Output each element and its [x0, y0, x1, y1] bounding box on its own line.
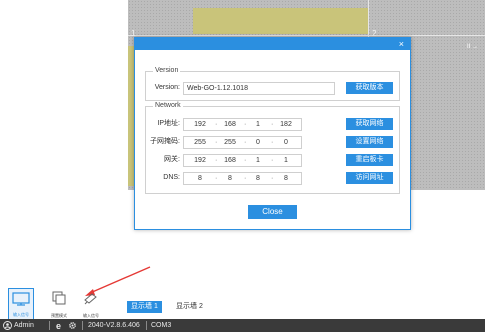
screen-window-block[interactable]	[193, 8, 368, 34]
version-label: Version:	[154, 84, 180, 91]
close-icon[interactable]: ×	[399, 38, 404, 50]
svg-text:e: e	[56, 321, 61, 330]
octet-separator: ·	[244, 175, 247, 182]
ip-octet-2[interactable]: 168	[220, 119, 240, 130]
octet-separator: ·	[271, 175, 274, 182]
gateway-field[interactable]: 192 · 168 · 1 · 1	[183, 154, 302, 167]
subnet-mask-label: 子网掩码:	[150, 138, 180, 145]
gateway-row: 网关: 192 · 168 · 1 · 1 重启板卡	[146, 153, 399, 167]
octet-separator: ·	[215, 121, 218, 128]
dns-label: DNS:	[163, 174, 180, 181]
dialog-titlebar[interactable]: ×	[135, 38, 410, 50]
copy-icon	[52, 291, 66, 305]
ip-octet-3[interactable]: 1	[248, 119, 268, 130]
dns-octet-4[interactable]: 8	[276, 173, 296, 184]
restart-card-button[interactable]: 重启板卡	[346, 154, 393, 166]
status-separator	[82, 321, 83, 330]
right-edge-label: II →	[467, 44, 479, 50]
gear-icon[interactable]	[68, 321, 77, 330]
gateway-octet-2[interactable]: 168	[220, 155, 240, 166]
monitor-icon	[12, 292, 30, 306]
visit-url-button[interactable]: 访问网址	[346, 172, 393, 184]
tool-input-signal-camera[interactable]: 输入信号	[78, 288, 104, 320]
gateway-octet-1[interactable]: 192	[190, 155, 210, 166]
octet-separator: ·	[271, 157, 274, 164]
octet-separator: ·	[244, 139, 247, 146]
get-network-button[interactable]: 获取网络	[346, 118, 393, 130]
octet-separator: ·	[215, 175, 218, 182]
status-separator	[49, 321, 50, 330]
gateway-octet-3[interactable]: 1	[248, 155, 268, 166]
version-group: Version Version: Web-GO-1.12.1018 获取版本	[145, 67, 400, 101]
octet-separator: ·	[271, 121, 274, 128]
close-button[interactable]: Close	[248, 205, 297, 219]
network-settings-dialog: × Version Version: Web-GO-1.12.1018 获取版本…	[134, 37, 411, 230]
firmware-version: 2040-V2.8.6.406	[88, 322, 140, 329]
camera-icon	[84, 293, 97, 305]
ip-octet-1[interactable]: 192	[190, 119, 210, 130]
octet-separator: ·	[244, 157, 247, 164]
mask-octet-4[interactable]: 0	[276, 137, 296, 148]
octet-separator: ·	[215, 157, 218, 164]
gateway-octet-4[interactable]: 1	[276, 155, 296, 166]
ip-octet-4[interactable]: 182	[276, 119, 296, 130]
version-field[interactable]: Web-GO-1.12.1018	[183, 82, 335, 95]
mask-octet-2[interactable]: 255	[220, 137, 240, 148]
network-group: Network IP地址: 192 · 168 · 1 · 182 获取网络 子…	[145, 102, 400, 194]
serial-port: COM3	[151, 322, 172, 329]
user-name[interactable]: Admin	[14, 319, 34, 332]
ip-address-row: IP地址: 192 · 168 · 1 · 182 获取网络	[146, 117, 399, 131]
ip-address-label: IP地址:	[157, 120, 180, 127]
version-legend: Version	[153, 67, 181, 74]
octet-separator: ·	[271, 139, 274, 146]
dns-octet-3[interactable]: 8	[248, 173, 268, 184]
dns-row: DNS: 8 · 8 · 8 · 8 访问网址	[146, 171, 399, 185]
set-network-button[interactable]: 设置网络	[346, 136, 393, 148]
grid-divider-horizontal	[128, 35, 485, 36]
subnet-mask-row: 子网掩码: 255 · 255 · 0 · 0 设置网络	[146, 135, 399, 149]
gateway-label: 网关:	[164, 156, 180, 163]
tab-display-wall-1[interactable]: 显示墙 1	[127, 301, 162, 313]
network-legend: Network	[153, 102, 183, 109]
mask-octet-3[interactable]: 0	[248, 137, 268, 148]
user-icon	[3, 321, 12, 330]
tool-label: 输入信号	[13, 312, 29, 317]
dns-octet-1[interactable]: 8	[190, 173, 210, 184]
tool-input-signal[interactable]: 输入信号	[8, 288, 34, 320]
subnet-mask-field[interactable]: 255 · 255 · 0 · 0	[183, 136, 302, 149]
status-bar: Admin e 2040-V2.8.6.406 COM3	[0, 319, 485, 332]
bottom-toolbar: 输入信号 预置模式 输入信号	[0, 288, 130, 320]
dns-field[interactable]: 8 · 8 · 8 · 8	[183, 172, 302, 185]
tab-display-wall-2[interactable]: 显示墙 2	[172, 301, 207, 313]
mask-octet-1[interactable]: 255	[190, 137, 210, 148]
tool-preset-mode[interactable]: 预置模式	[46, 288, 72, 320]
octet-separator: ·	[244, 121, 247, 128]
dns-octet-2[interactable]: 8	[220, 173, 240, 184]
status-separator	[146, 321, 147, 330]
octet-separator: ·	[215, 139, 218, 146]
get-version-button[interactable]: 获取版本	[346, 82, 393, 94]
ip-address-field[interactable]: 192 · 168 · 1 · 182	[183, 118, 302, 131]
edit-icon[interactable]: e	[56, 321, 65, 330]
